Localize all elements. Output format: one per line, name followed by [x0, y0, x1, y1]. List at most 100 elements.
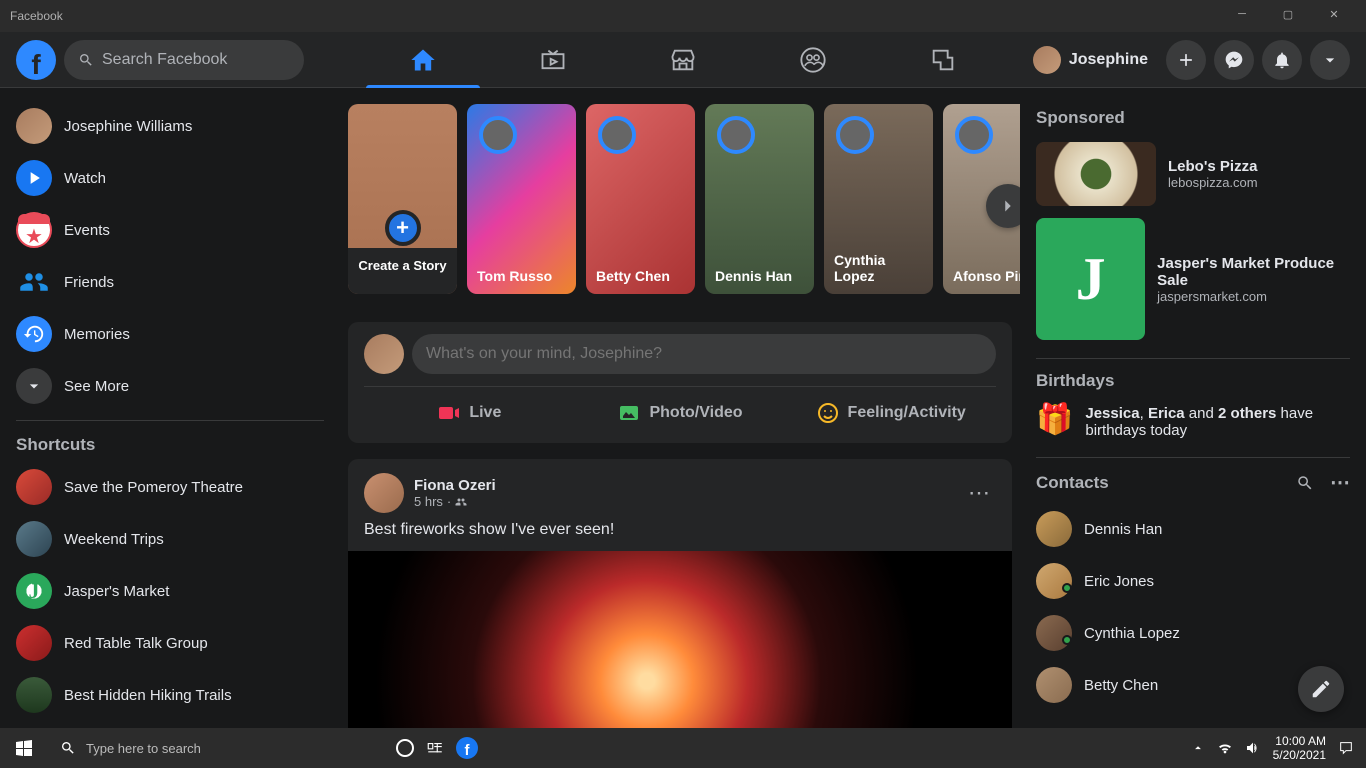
window-minimize-button[interactable]: ─	[1220, 0, 1264, 30]
nav-watch[interactable]	[488, 32, 618, 88]
new-message-button[interactable]	[1298, 666, 1344, 712]
sidebar-item-friends[interactable]: Friends	[8, 256, 332, 308]
sponsor-title: Lebo's Pizza	[1168, 158, 1258, 175]
shortcut-label: Jasper's Market	[64, 583, 169, 600]
memories-tile-icon	[16, 316, 52, 352]
sidebar-item-memories[interactable]: Memories	[8, 308, 332, 360]
taskbar-clock[interactable]: 10:00 AM 5/20/2021	[1273, 734, 1326, 763]
shortcut-item[interactable]: Weekend Trips	[8, 513, 332, 565]
profile-avatar	[1033, 46, 1061, 74]
profile-name: Josephine	[1069, 51, 1148, 69]
shortcut-item[interactable]: Best Hidden Hiking Trails	[8, 669, 332, 721]
messenger-button[interactable]	[1214, 40, 1254, 80]
sponsor-image	[1036, 218, 1145, 340]
story-card[interactable]: Tom Russo	[467, 104, 576, 294]
taskbar-search-placeholder: Type here to search	[86, 741, 201, 756]
sponsored-item[interactable]: Lebo's Pizza lebospizza.com	[1036, 136, 1350, 212]
sponsor-url: jaspersmarket.com	[1157, 289, 1350, 304]
wifi-icon[interactable]	[1217, 740, 1233, 756]
shortcuts-heading: Shortcuts	[8, 429, 332, 461]
separator	[1036, 358, 1350, 359]
window-titlebar: Facebook ─ ▢ ✕	[0, 0, 1366, 32]
story-card[interactable]: Dennis Han	[705, 104, 814, 294]
right-sidebar: Sponsored Lebo's Pizza lebospizza.com Ja…	[1020, 88, 1366, 736]
story-name: Afonso Pinto	[953, 268, 1020, 284]
search-icon	[60, 740, 76, 756]
composer-card: Live Photo/Video Feeling/Activity	[348, 322, 1012, 443]
sidebar-item-label: Watch	[64, 170, 106, 187]
composer-live-button[interactable]: Live	[364, 395, 575, 431]
cortana-button[interactable]	[396, 739, 414, 757]
sidebar-item-label: Events	[64, 222, 110, 239]
post-author-name[interactable]: Fiona Ozeri	[414, 477, 496, 494]
window-maximize-button[interactable]: ▢	[1266, 0, 1310, 30]
volume-icon[interactable]	[1245, 740, 1261, 756]
shortcut-thumb	[16, 573, 52, 609]
create-story-card[interactable]: + Create a Story	[348, 104, 457, 294]
contact-avatar	[1036, 667, 1072, 703]
create-button[interactable]	[1166, 40, 1206, 80]
contact-item[interactable]: Dennis Han	[1036, 503, 1350, 555]
chevron-down-icon	[16, 368, 52, 404]
composer-photo-button[interactable]: Photo/Video	[575, 395, 786, 431]
shortcut-item[interactable]: Jasper's Market	[8, 565, 332, 617]
composer-avatar[interactable]	[364, 334, 404, 374]
shortcut-item[interactable]: Save the Pomeroy Theatre	[8, 461, 332, 513]
friends-tile-icon	[16, 264, 52, 300]
sponsor-image	[1036, 142, 1156, 206]
sidebar-item-watch[interactable]: Watch	[8, 152, 332, 204]
facebook-logo-icon[interactable]: f	[16, 40, 56, 80]
notifications-button[interactable]	[1262, 40, 1302, 80]
online-indicator	[1062, 583, 1072, 593]
windows-taskbar: Type here to search f 10:00 AM 5/20/2021	[0, 728, 1366, 768]
sponsor-title: Jasper's Market Produce Sale	[1157, 255, 1350, 289]
action-center-icon[interactable]	[1338, 740, 1354, 756]
contact-avatar	[1036, 615, 1072, 651]
birthdays-row[interactable]: 🎁 Jessica, Erica and 2 others have birth…	[1036, 399, 1350, 445]
windows-icon	[16, 740, 32, 756]
post-more-button[interactable]: ⋯	[962, 474, 996, 512]
profile-chip[interactable]: Josephine	[1029, 42, 1158, 78]
home-icon	[409, 46, 437, 74]
groups-icon	[799, 46, 827, 74]
story-card[interactable]: Betty Chen	[586, 104, 695, 294]
task-view-button[interactable]	[426, 739, 444, 757]
window-title: Facebook	[10, 9, 63, 23]
nav-gaming[interactable]	[878, 32, 1008, 88]
post-text: Best fireworks show I've ever seen!	[348, 513, 1012, 549]
nav-home[interactable]	[358, 32, 488, 88]
story-avatar	[955, 116, 993, 154]
sidebar-see-more[interactable]: See More	[8, 360, 332, 412]
marketplace-icon	[669, 46, 697, 74]
shortcut-label: Red Table Talk Group	[64, 635, 208, 652]
plus-icon: +	[385, 210, 421, 246]
shortcut-item[interactable]: Red Table Talk Group	[8, 617, 332, 669]
taskbar-search[interactable]: Type here to search	[48, 740, 388, 756]
gift-icon: 🎁	[1036, 405, 1073, 435]
post-image[interactable]	[348, 551, 1012, 736]
sidebar-profile-link[interactable]: Josephine Williams	[8, 100, 332, 152]
contact-item[interactable]: Eric Jones	[1036, 555, 1350, 607]
window-close-button[interactable]: ✕	[1312, 0, 1356, 30]
contacts-search-button[interactable]	[1296, 474, 1314, 492]
composer-feeling-button[interactable]: Feeling/Activity	[785, 395, 996, 431]
post-author-avatar[interactable]	[364, 473, 404, 513]
stories-row: + Create a Story Tom Russo Betty Chen De…	[348, 104, 1012, 322]
tray-chevron-up-icon[interactable]	[1191, 741, 1205, 755]
sponsored-item[interactable]: Jasper's Market Produce Sale jaspersmark…	[1036, 212, 1350, 346]
nav-marketplace[interactable]	[618, 32, 748, 88]
chevron-right-icon	[997, 195, 1019, 217]
account-menu-button[interactable]	[1310, 40, 1350, 80]
composer-input[interactable]	[412, 334, 996, 374]
sidebar-item-events[interactable]: Events	[8, 204, 332, 256]
messenger-icon	[1224, 50, 1244, 70]
search-input[interactable]: Search Facebook	[64, 40, 304, 80]
story-card[interactable]: Cynthia Lopez	[824, 104, 933, 294]
taskbar-facebook-app[interactable]: f	[456, 737, 478, 759]
story-avatar	[598, 116, 636, 154]
contacts-more-button[interactable]: ⋯	[1330, 470, 1350, 495]
nav-groups[interactable]	[748, 32, 878, 88]
shortcut-thumb	[16, 521, 52, 557]
contact-item[interactable]: Cynthia Lopez	[1036, 607, 1350, 659]
start-button[interactable]	[0, 740, 48, 756]
